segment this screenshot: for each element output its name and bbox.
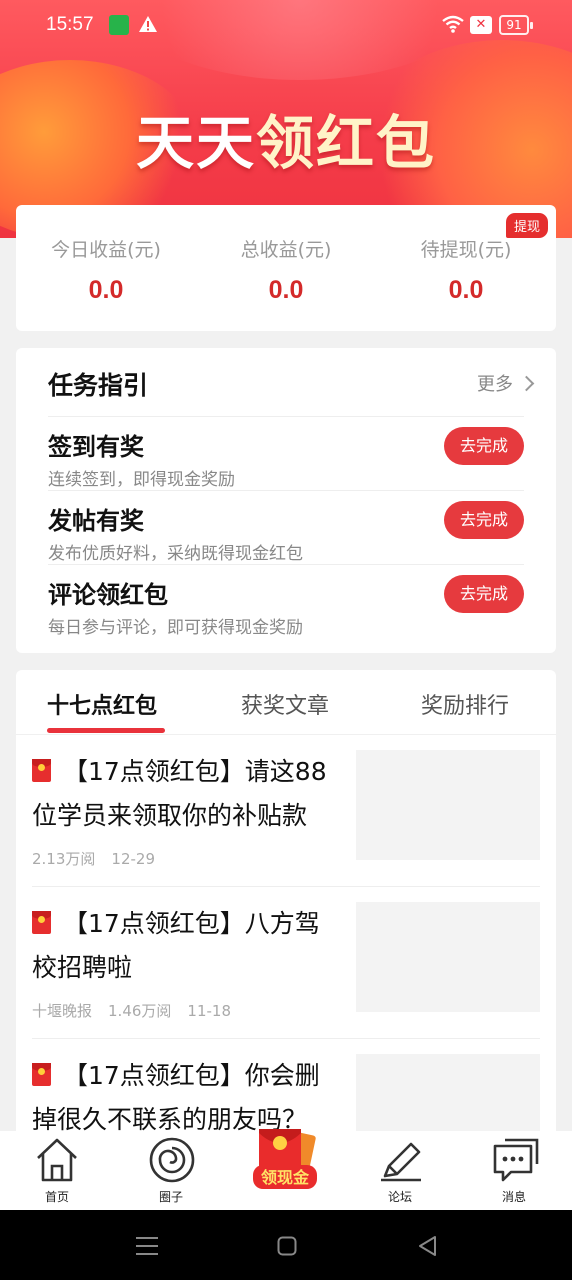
article-thumbnail [356,750,540,860]
earnings-pending[interactable]: 待提现(元) 0.0 [376,235,556,305]
divider [32,886,540,887]
task-complete-button[interactable]: 去完成 [444,427,524,465]
nav-label: 论坛 [387,1190,412,1204]
article-views: 2.13万阅 [32,850,96,868]
article-meta: 十堰晚报 1.46万阅 11-18 [32,1000,247,1021]
active-tab-indicator [47,728,165,733]
hero-title-yellow: 领红包 [256,109,437,177]
nav-messages[interactable]: 消息 [457,1131,571,1210]
task-desc: 发布优质好料，采纳既得现金红包 [48,544,303,564]
earnings-label: 今日收益(元) [51,239,161,261]
earnings-label: 总收益(元) [240,239,332,261]
message-icon [493,1138,539,1182]
svg-text:领现金: 领现金 [261,1168,310,1187]
article-date: 11-18 [187,1002,232,1020]
red-envelope-icon [32,1063,51,1086]
status-time: 15:57 [46,14,94,35]
notification-x-icon: ✕ [470,16,492,34]
task-title: 评论领红包 [48,581,168,609]
article-date: 12-29 [111,850,155,868]
nav-get-cash[interactable]: 领现金 [229,1129,343,1210]
nav-label: 首页 [44,1190,69,1204]
back-icon[interactable] [417,1235,439,1257]
divider [32,1038,540,1039]
earnings-card: 今日收益(元) 0.0 总收益(元) 0.0 待提现(元) 0.0 提现 [16,205,556,331]
red-envelope-icon: 领现金 [253,1129,317,1189]
earnings-today: 今日收益(元) 0.0 [16,235,196,305]
nav-home[interactable]: 首页 [0,1131,114,1210]
hero-title-white: 天天 [135,109,256,177]
nav-circle[interactable]: 圈子 [114,1131,228,1210]
article-item[interactable]: 【17点领红包】八方驾校招聘啦 十堰晚报 1.46万阅 11-18 [32,888,540,1039]
task-desc: 每日参与评论，即可获得现金奖励 [48,618,303,638]
tab-17-red-packet[interactable]: 十七点红包 [47,688,157,720]
menu-icon[interactable] [136,1236,158,1256]
article-meta: 2.13万阅 12-29 [32,848,171,869]
task-guide-title: 任务指引 [48,371,149,400]
task-title: 签到有奖 [48,433,144,461]
wifi-icon [442,15,464,33]
article-thumbnail [356,902,540,1012]
home-square-icon[interactable] [277,1236,297,1256]
circle-icon [149,1137,195,1183]
task-desc: 连续签到，即得现金奖励 [48,470,235,490]
task-guide-card: 任务指引 更多 签到有奖 连续签到，即得现金奖励 去完成 发帖有奖 发布优质好料… [16,348,556,653]
task-complete-button[interactable]: 去完成 [444,501,524,539]
article-source: 十堰晚报 [32,1002,93,1020]
more-label: 更多 [477,374,513,395]
task-item: 评论领红包 每日参与评论，即可获得现金奖励 去完成 [48,564,524,638]
nav-label: 圈子 [158,1190,183,1204]
pen-icon [381,1142,421,1182]
article-views: 1.46万阅 [108,1002,172,1020]
article-item[interactable]: 【17点领红包】请这88位学员来领取你的补贴款 2.13万阅 12-29 [32,736,540,887]
chevron-right-icon [518,375,535,392]
more-link[interactable]: 更多 [477,370,535,396]
articles-card: 十七点红包 获奖文章 奖励排行 【17点领红包】请这88位学员来领取你的补贴款 … [16,670,556,1140]
task-item: 发帖有奖 发布优质好料，采纳既得现金红包 去完成 [48,490,524,564]
sim-icon [109,15,129,35]
page-title: 天天领红包 [0,96,572,180]
task-complete-button[interactable]: 去完成 [444,575,524,613]
battery-icon: 91 [499,15,533,35]
red-envelope-icon [32,759,51,782]
home-icon [37,1138,77,1182]
nav-label: 消息 [501,1190,526,1204]
divider [16,734,556,735]
nav-forum[interactable]: 论坛 [343,1131,457,1210]
article-thumbnail [356,1054,540,1140]
earnings-value: 0.0 [268,276,304,304]
withdraw-badge[interactable]: 提现 [505,213,548,238]
tab-reward-ranking[interactable]: 奖励排行 [421,688,509,720]
tab-award-articles[interactable]: 获奖文章 [241,688,329,720]
earnings-total: 总收益(元) 0.0 [196,235,376,305]
article-title: 【17点领红包】八方驾校招聘啦 [32,909,320,982]
hero-banner: 15:57 ✕ 91 天天领红包 [0,0,572,238]
earnings-value: 0.0 [88,276,124,304]
article-title: 【17点领红包】请这88位学员来领取你的补贴款 [32,757,327,830]
earnings-value: 0.0 [448,276,484,304]
bottom-nav: 首页 圈子 领现金 论坛 消息 [0,1129,572,1210]
earnings-label: 待提现(元) [420,239,512,261]
red-envelope-icon [32,911,51,934]
task-item: 签到有奖 连续签到，即得现金奖励 去完成 [48,416,524,490]
status-bar: 15:57 ✕ 91 [0,0,572,52]
warning-icon [139,16,157,32]
system-nav-bar [0,1210,572,1280]
task-title: 发帖有奖 [48,507,144,535]
